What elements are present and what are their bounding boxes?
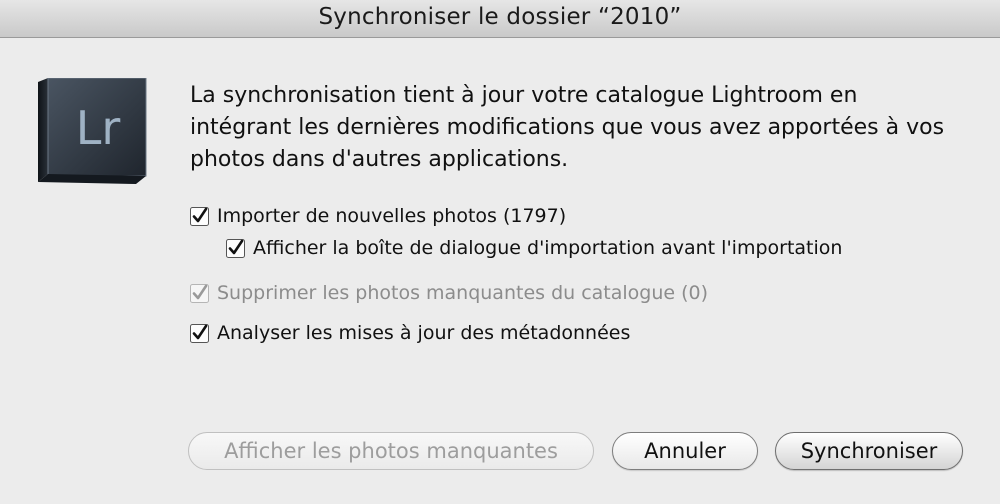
lr-logo-text: Lr xyxy=(76,101,121,155)
window-title: Synchroniser le dossier “2010” xyxy=(318,4,682,30)
option-label: Supprimer les photos manquantes du catal… xyxy=(217,282,709,304)
option-scan-metadata-updates[interactable]: Analyser les mises à jour des métadonnée… xyxy=(190,322,630,344)
lightroom-app-icon: Lr xyxy=(38,77,148,188)
option-import-new-photos[interactable]: Importer de nouvelles photos (1797) xyxy=(190,205,566,227)
checkbox-checked-icon[interactable] xyxy=(190,206,209,226)
show-missing-photos-button: Afficher les photos manquantes xyxy=(188,432,594,470)
option-label: Importer de nouvelles photos (1797) xyxy=(217,205,567,227)
checkbox-checked-icon xyxy=(190,283,209,303)
title-bar[interactable]: Synchroniser le dossier “2010” xyxy=(0,0,1000,38)
option-remove-missing-photos: Supprimer les photos manquantes du catal… xyxy=(190,282,708,304)
checkbox-checked-icon[interactable] xyxy=(226,238,245,258)
option-show-import-dialog[interactable]: Afficher la boîte de dialogue d'importat… xyxy=(226,237,842,259)
option-label: Analyser les mises à jour des métadonnée… xyxy=(217,322,631,344)
dialog-message: La synchronisation tient à jour votre ca… xyxy=(190,83,945,172)
sync-folder-dialog: Synchroniser le dossier “2010” Lr La syn… xyxy=(0,0,1000,504)
option-label: Afficher la boîte de dialogue d'importat… xyxy=(253,237,843,259)
checkbox-checked-icon[interactable] xyxy=(190,323,209,343)
synchronize-button[interactable]: Synchroniser xyxy=(775,432,963,470)
cancel-button[interactable]: Annuler xyxy=(612,432,758,470)
